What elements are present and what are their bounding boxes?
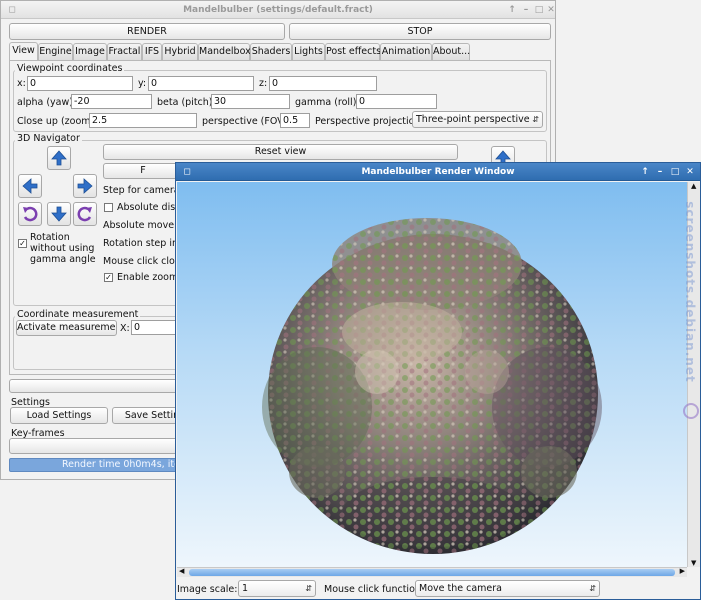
absolute-distance-checkbox[interactable] — [104, 203, 113, 212]
rotation-gamma-label: Rotation without using gamma angle — [30, 232, 96, 265]
main-window-titlebar[interactable]: Mandelbulber (settings/default.fract) ◻ … — [1, 1, 555, 19]
image-scale-label: Image scale: — [177, 584, 238, 595]
viewpoint-title: Viewpoint coordinates — [15, 63, 125, 74]
mouse-function-select[interactable]: Move the camera ⇵ — [415, 580, 600, 597]
closeup-label: Close up (zoom): — [17, 116, 98, 127]
x-label: x: — [17, 78, 26, 89]
fov-label: perspective (FOV): — [202, 116, 291, 127]
load-settings-button[interactable]: Load Settings — [10, 407, 108, 424]
tab-lights[interactable]: Lights — [292, 43, 325, 60]
coordinate-title: Coordinate measurement — [15, 309, 141, 320]
move-up-button[interactable] — [47, 146, 71, 170]
image-scale-value: 1 — [242, 583, 249, 594]
alpha-input[interactable]: -20 — [71, 94, 152, 109]
stop-button[interactable]: STOP — [289, 23, 551, 40]
enable-zoom-checkbox[interactable]: ✓ — [104, 273, 113, 282]
updown-arrows-icon: ⇵ — [305, 584, 312, 593]
tab-post-effects[interactable]: Post effects — [325, 43, 381, 60]
render-window-titlebar[interactable]: Mandelbulber Render Window ◻ ↑ – □ ✕ — [176, 163, 700, 181]
rotate-right-button[interactable] — [73, 202, 97, 226]
tab-about[interactable]: About... — [432, 43, 470, 60]
beta-input[interactable]: 30 — [211, 94, 290, 109]
render-window-title: Mandelbulber Render Window — [361, 167, 515, 177]
tab-fractal[interactable]: Fractal — [107, 43, 142, 60]
activate-measurement-button[interactable]: Activate measurement — [16, 320, 117, 336]
projection-select[interactable]: Three-point perspective ⇵ — [412, 111, 543, 128]
image-scale-select[interactable]: 1 ⇵ — [238, 580, 316, 597]
beta-label: beta (pitch): — [157, 97, 216, 108]
y-input[interactable]: 0 — [148, 76, 254, 91]
tab-image[interactable]: Image — [73, 43, 107, 60]
mouse-function-value: Move the camera — [419, 583, 502, 594]
main-menu-icon[interactable]: ◻ — [5, 1, 19, 19]
watermark-text: screenshots.debian.net — [683, 201, 697, 383]
updown-arrows-icon: ⇵ — [532, 115, 539, 124]
status-text: Render time 0h0m4s, iters/ — [62, 459, 192, 470]
z-label: z: — [259, 78, 268, 89]
mandelbulb-fractal-image — [262, 218, 602, 554]
render-maximize-up-icon[interactable]: ↑ — [638, 163, 652, 181]
arrow-down-icon — [51, 206, 67, 222]
arrow-left-icon — [22, 178, 38, 194]
tab-ifs[interactable]: IFS — [142, 43, 162, 60]
render-menu-icon[interactable]: ◻ — [180, 163, 194, 181]
scroll-right-icon[interactable]: ▶ — [680, 567, 685, 575]
measure-x-label: X: — [120, 323, 130, 334]
tab-animation[interactable]: Animation — [380, 43, 432, 60]
rotate-left-button[interactable] — [18, 202, 42, 226]
tab-mandelbox[interactable]: Mandelbox — [198, 43, 251, 60]
render-image[interactable] — [177, 182, 687, 567]
render-window: Mandelbulber Render Window ◻ ↑ – □ ✕ ▲ ▼… — [175, 162, 701, 600]
move-right-button[interactable] — [73, 174, 97, 198]
closeup-input[interactable]: 2.5 — [89, 113, 197, 128]
y-label: y: — [138, 78, 147, 89]
tab-engine[interactable]: Engine — [38, 43, 73, 60]
render-button[interactable]: RENDER — [9, 23, 285, 40]
main-maximize-up-icon[interactable]: ↑ — [505, 1, 519, 19]
move-left-button[interactable] — [18, 174, 42, 198]
tab-hybrid[interactable]: Hybrid — [162, 43, 198, 60]
x-input[interactable]: 0 — [27, 76, 133, 91]
horizontal-scroll-thumb[interactable] — [189, 569, 675, 576]
main-window-title: Mandelbulber (settings/default.fract) — [183, 5, 373, 15]
horizontal-scrollbar[interactable]: ◀ ▶ — [177, 567, 687, 577]
fov-input[interactable]: 0.5 — [280, 113, 310, 128]
projection-select-value: Three-point perspective — [416, 114, 530, 125]
projection-label: Perspective projection: — [315, 116, 424, 127]
render-minimize-icon[interactable]: – — [653, 163, 667, 181]
navigator-title: 3D Navigator — [15, 133, 82, 144]
mouse-function-label: Mouse click function: — [324, 584, 425, 595]
updown-arrows-icon: ⇵ — [589, 584, 596, 593]
arrow-right-icon — [77, 178, 93, 194]
rotation-gamma-checkbox[interactable]: ✓ — [18, 239, 27, 248]
watermark: screenshots.debian.net — [683, 165, 699, 430]
scroll-left-icon[interactable]: ◀ — [179, 567, 184, 575]
tab-shaders[interactable]: Shaders — [250, 43, 292, 60]
mouse-click-close-label: Mouse click close — [103, 256, 186, 267]
reset-view-button[interactable]: Reset view — [103, 144, 458, 160]
render-maximize-icon[interactable]: □ — [668, 163, 682, 181]
rotate-ccw-icon — [23, 206, 38, 222]
second-navigator-button[interactable]: F — [103, 163, 183, 179]
tab-view[interactable]: View — [9, 42, 38, 61]
arrow-up-icon — [51, 150, 67, 166]
watermark-logo-icon — [683, 403, 699, 419]
gamma-label: gamma (roll): — [295, 97, 360, 108]
gamma-input[interactable]: 0 — [356, 94, 437, 109]
z-input[interactable]: 0 — [269, 76, 377, 91]
alpha-label: alpha (yaw): — [17, 97, 77, 108]
move-down-button[interactable] — [47, 202, 71, 226]
scroll-down-icon[interactable]: ▼ — [691, 559, 696, 567]
main-minimize-icon[interactable]: – — [519, 1, 533, 19]
main-close-icon[interactable]: ✕ — [544, 1, 558, 19]
keyframes-button[interactable] — [9, 438, 189, 454]
rotate-cw-icon — [77, 206, 92, 222]
